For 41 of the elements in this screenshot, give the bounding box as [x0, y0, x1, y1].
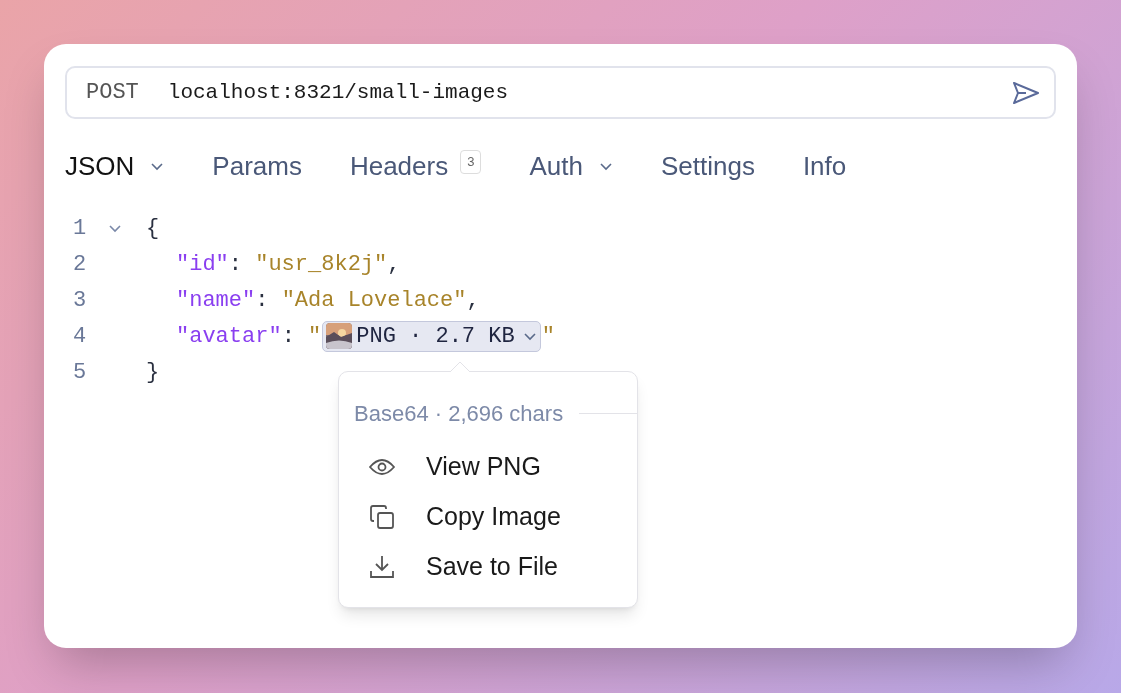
code-token: , [387, 250, 401, 279]
copy-icon [369, 504, 395, 530]
code-token: , [466, 286, 480, 315]
chip-label: PNG · 2.7 KB [356, 322, 515, 351]
tab[interactable]: Auth [529, 146, 583, 186]
menu-header: Base64 · 2,696 chars [354, 400, 564, 428]
send-icon[interactable] [1012, 80, 1040, 105]
code-token: "avatar" [176, 322, 282, 351]
caret-icon [522, 331, 537, 341]
url-text: localhost:8321/small-images [167, 79, 509, 106]
tab[interactable]: Settings [660, 146, 755, 186]
code-token: : [255, 286, 270, 315]
code-token: : [228, 250, 243, 279]
line-number: 2 [72, 250, 88, 279]
tab[interactable]: Headers [349, 146, 449, 186]
tab[interactable]: Params [212, 146, 302, 186]
fold-icon[interactable] [108, 223, 122, 233]
line-number: 5 [72, 358, 88, 387]
code-token: "id" [176, 250, 229, 279]
url-bar[interactable]: POST localhost:8321/small-images [65, 66, 1056, 119]
line-number: 3 [72, 286, 88, 315]
count-badge: 3 [460, 150, 482, 174]
line-number: 1 [72, 214, 88, 243]
tab[interactable]: Info [802, 146, 847, 186]
code-token: : [281, 322, 296, 351]
method-label[interactable]: POST [86, 76, 139, 109]
menu-item[interactable]: View PNG [339, 442, 637, 492]
code-token: { [146, 214, 160, 243]
line-number: 4 [72, 322, 88, 351]
code-token: " [308, 322, 322, 351]
menu-item[interactable]: Copy Image [339, 492, 637, 542]
tab[interactable]: JSON [65, 146, 135, 186]
code-token: " [541, 322, 555, 351]
attachment-chip[interactable]: PNG · 2.7 KB [322, 320, 541, 352]
menu-item[interactable]: Save to File [339, 542, 637, 592]
code-token: } [146, 358, 160, 387]
code-token: "Ada Lovelace" [281, 286, 467, 315]
code-token: "name" [176, 286, 256, 315]
download-icon [369, 554, 395, 580]
code-token: "usr_8k2j" [255, 250, 388, 279]
eye-icon [369, 458, 395, 476]
